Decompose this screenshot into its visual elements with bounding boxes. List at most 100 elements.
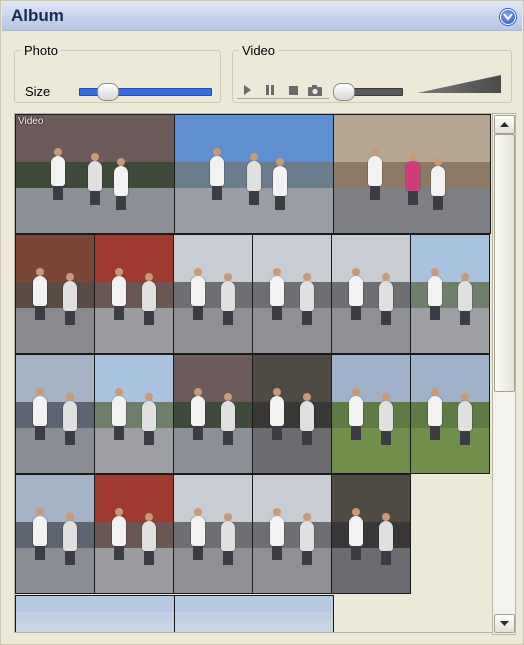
- video-seek-thumb[interactable]: [333, 83, 355, 101]
- runner-legs: [351, 426, 361, 440]
- thumbnail-road: [175, 620, 333, 632]
- photo-thumbnail[interactable]: [173, 354, 253, 474]
- runner-head: [273, 388, 281, 396]
- runner-head: [224, 393, 232, 401]
- runner-head: [66, 393, 74, 401]
- photo-thumbnail[interactable]: [331, 354, 411, 474]
- runner-legs: [302, 551, 312, 565]
- arrow-up-icon[interactable]: [494, 115, 515, 134]
- runner-head: [66, 513, 74, 521]
- runner-figure: [112, 276, 126, 306]
- runner-head: [352, 508, 360, 516]
- photo-thumbnail[interactable]: [94, 354, 174, 474]
- chevron-down-circle-icon[interactable]: [500, 9, 516, 25]
- runner-legs: [272, 426, 282, 440]
- volume-ramp-icon[interactable]: [417, 74, 501, 94]
- runner-legs: [65, 431, 75, 445]
- runner-legs: [114, 426, 124, 440]
- photo-thumbnail[interactable]: [15, 474, 95, 594]
- photo-thumbnail[interactable]: [15, 595, 175, 632]
- thumbnail-road: [174, 548, 252, 593]
- thumbnail-road: [95, 548, 173, 593]
- pause-icon[interactable]: [262, 82, 278, 98]
- runner-legs: [35, 306, 45, 320]
- runner-figure: [428, 276, 442, 306]
- runner-head: [66, 273, 74, 281]
- thumbnail-road: [332, 548, 410, 593]
- photo-thumbnail[interactable]: [15, 234, 95, 354]
- photo-thumbnail[interactable]: Video: [15, 114, 175, 234]
- video-controls-divider: [237, 98, 329, 99]
- photo-thumbnail[interactable]: [331, 234, 411, 354]
- photo-thumbnail[interactable]: [174, 595, 334, 632]
- thumbnail-background: [411, 235, 489, 283]
- thumbnail-road: [253, 428, 331, 473]
- photo-thumbnail[interactable]: [333, 114, 491, 234]
- runner-figure: [349, 516, 363, 546]
- photo-thumbnail[interactable]: [174, 114, 334, 234]
- runner-figure: [368, 156, 382, 186]
- runner-figure: [114, 166, 128, 196]
- runner-head: [382, 273, 390, 281]
- arrow-down-icon[interactable]: [494, 614, 515, 633]
- runner-legs: [193, 306, 203, 320]
- runner-head: [303, 393, 311, 401]
- runner-legs: [272, 306, 282, 320]
- video-thumbnail-tag: Video: [18, 116, 44, 127]
- album-header[interactable]: Album: [2, 2, 522, 31]
- runner-figure: [63, 401, 77, 431]
- photo-thumbnail[interactable]: [173, 474, 253, 594]
- thumbnail-background: [332, 475, 410, 523]
- runner-legs: [35, 546, 45, 560]
- thumbnail-background: [95, 475, 173, 523]
- runner-legs: [114, 306, 124, 320]
- thumbnail-background: [253, 235, 331, 283]
- runner-head: [91, 153, 99, 161]
- album-title: Album: [11, 6, 64, 25]
- runner-head: [194, 388, 202, 396]
- scrollbar-thumb[interactable]: [494, 134, 515, 392]
- video-legend: Video: [242, 43, 276, 58]
- runner-figure: [112, 516, 126, 546]
- runner-figure: [63, 281, 77, 311]
- photo-thumbnail[interactable]: [252, 234, 332, 354]
- runner-figure: [33, 276, 47, 306]
- thumbnail-road: [16, 428, 94, 473]
- thumbnail-background: [95, 355, 173, 403]
- runner-head: [145, 513, 153, 521]
- runner-head: [36, 388, 44, 396]
- runner-figure: [458, 401, 472, 431]
- runner-figure: [191, 516, 205, 546]
- photo-thumbnail[interactable]: [410, 234, 490, 354]
- runner-legs: [381, 311, 391, 325]
- runner-legs: [272, 546, 282, 560]
- runner-legs: [65, 311, 75, 325]
- gallery-scrollbar[interactable]: [492, 113, 516, 635]
- photo-thumbnail[interactable]: [15, 354, 95, 474]
- thumbnail-road: [16, 308, 94, 353]
- runner-legs: [144, 311, 154, 325]
- photo-thumbnail[interactable]: [410, 354, 490, 474]
- runner-figure: [210, 156, 224, 186]
- runner-head: [36, 508, 44, 516]
- photo-thumbnail[interactable]: [94, 234, 174, 354]
- photo-thumbnail[interactable]: [94, 474, 174, 594]
- photo-thumbnail[interactable]: [252, 474, 332, 594]
- photo-thumbnail[interactable]: [173, 234, 253, 354]
- runner-legs: [460, 431, 470, 445]
- photo-gallery[interactable]: Video: [14, 113, 494, 633]
- stop-icon[interactable]: [285, 82, 301, 98]
- camera-icon[interactable]: [307, 82, 323, 98]
- thumbnail-background: [175, 596, 333, 612]
- photo-thumbnail[interactable]: [252, 354, 332, 474]
- runner-legs: [430, 426, 440, 440]
- thumbnail-background: [16, 475, 94, 523]
- runner-figure: [458, 281, 472, 311]
- size-slider-thumb[interactable]: [97, 83, 119, 101]
- play-icon[interactable]: [239, 82, 255, 98]
- photo-thumbnail[interactable]: [331, 474, 411, 594]
- runner-figure: [191, 396, 205, 426]
- runner-legs: [370, 186, 380, 200]
- runner-legs: [212, 186, 222, 200]
- runner-figure: [142, 401, 156, 431]
